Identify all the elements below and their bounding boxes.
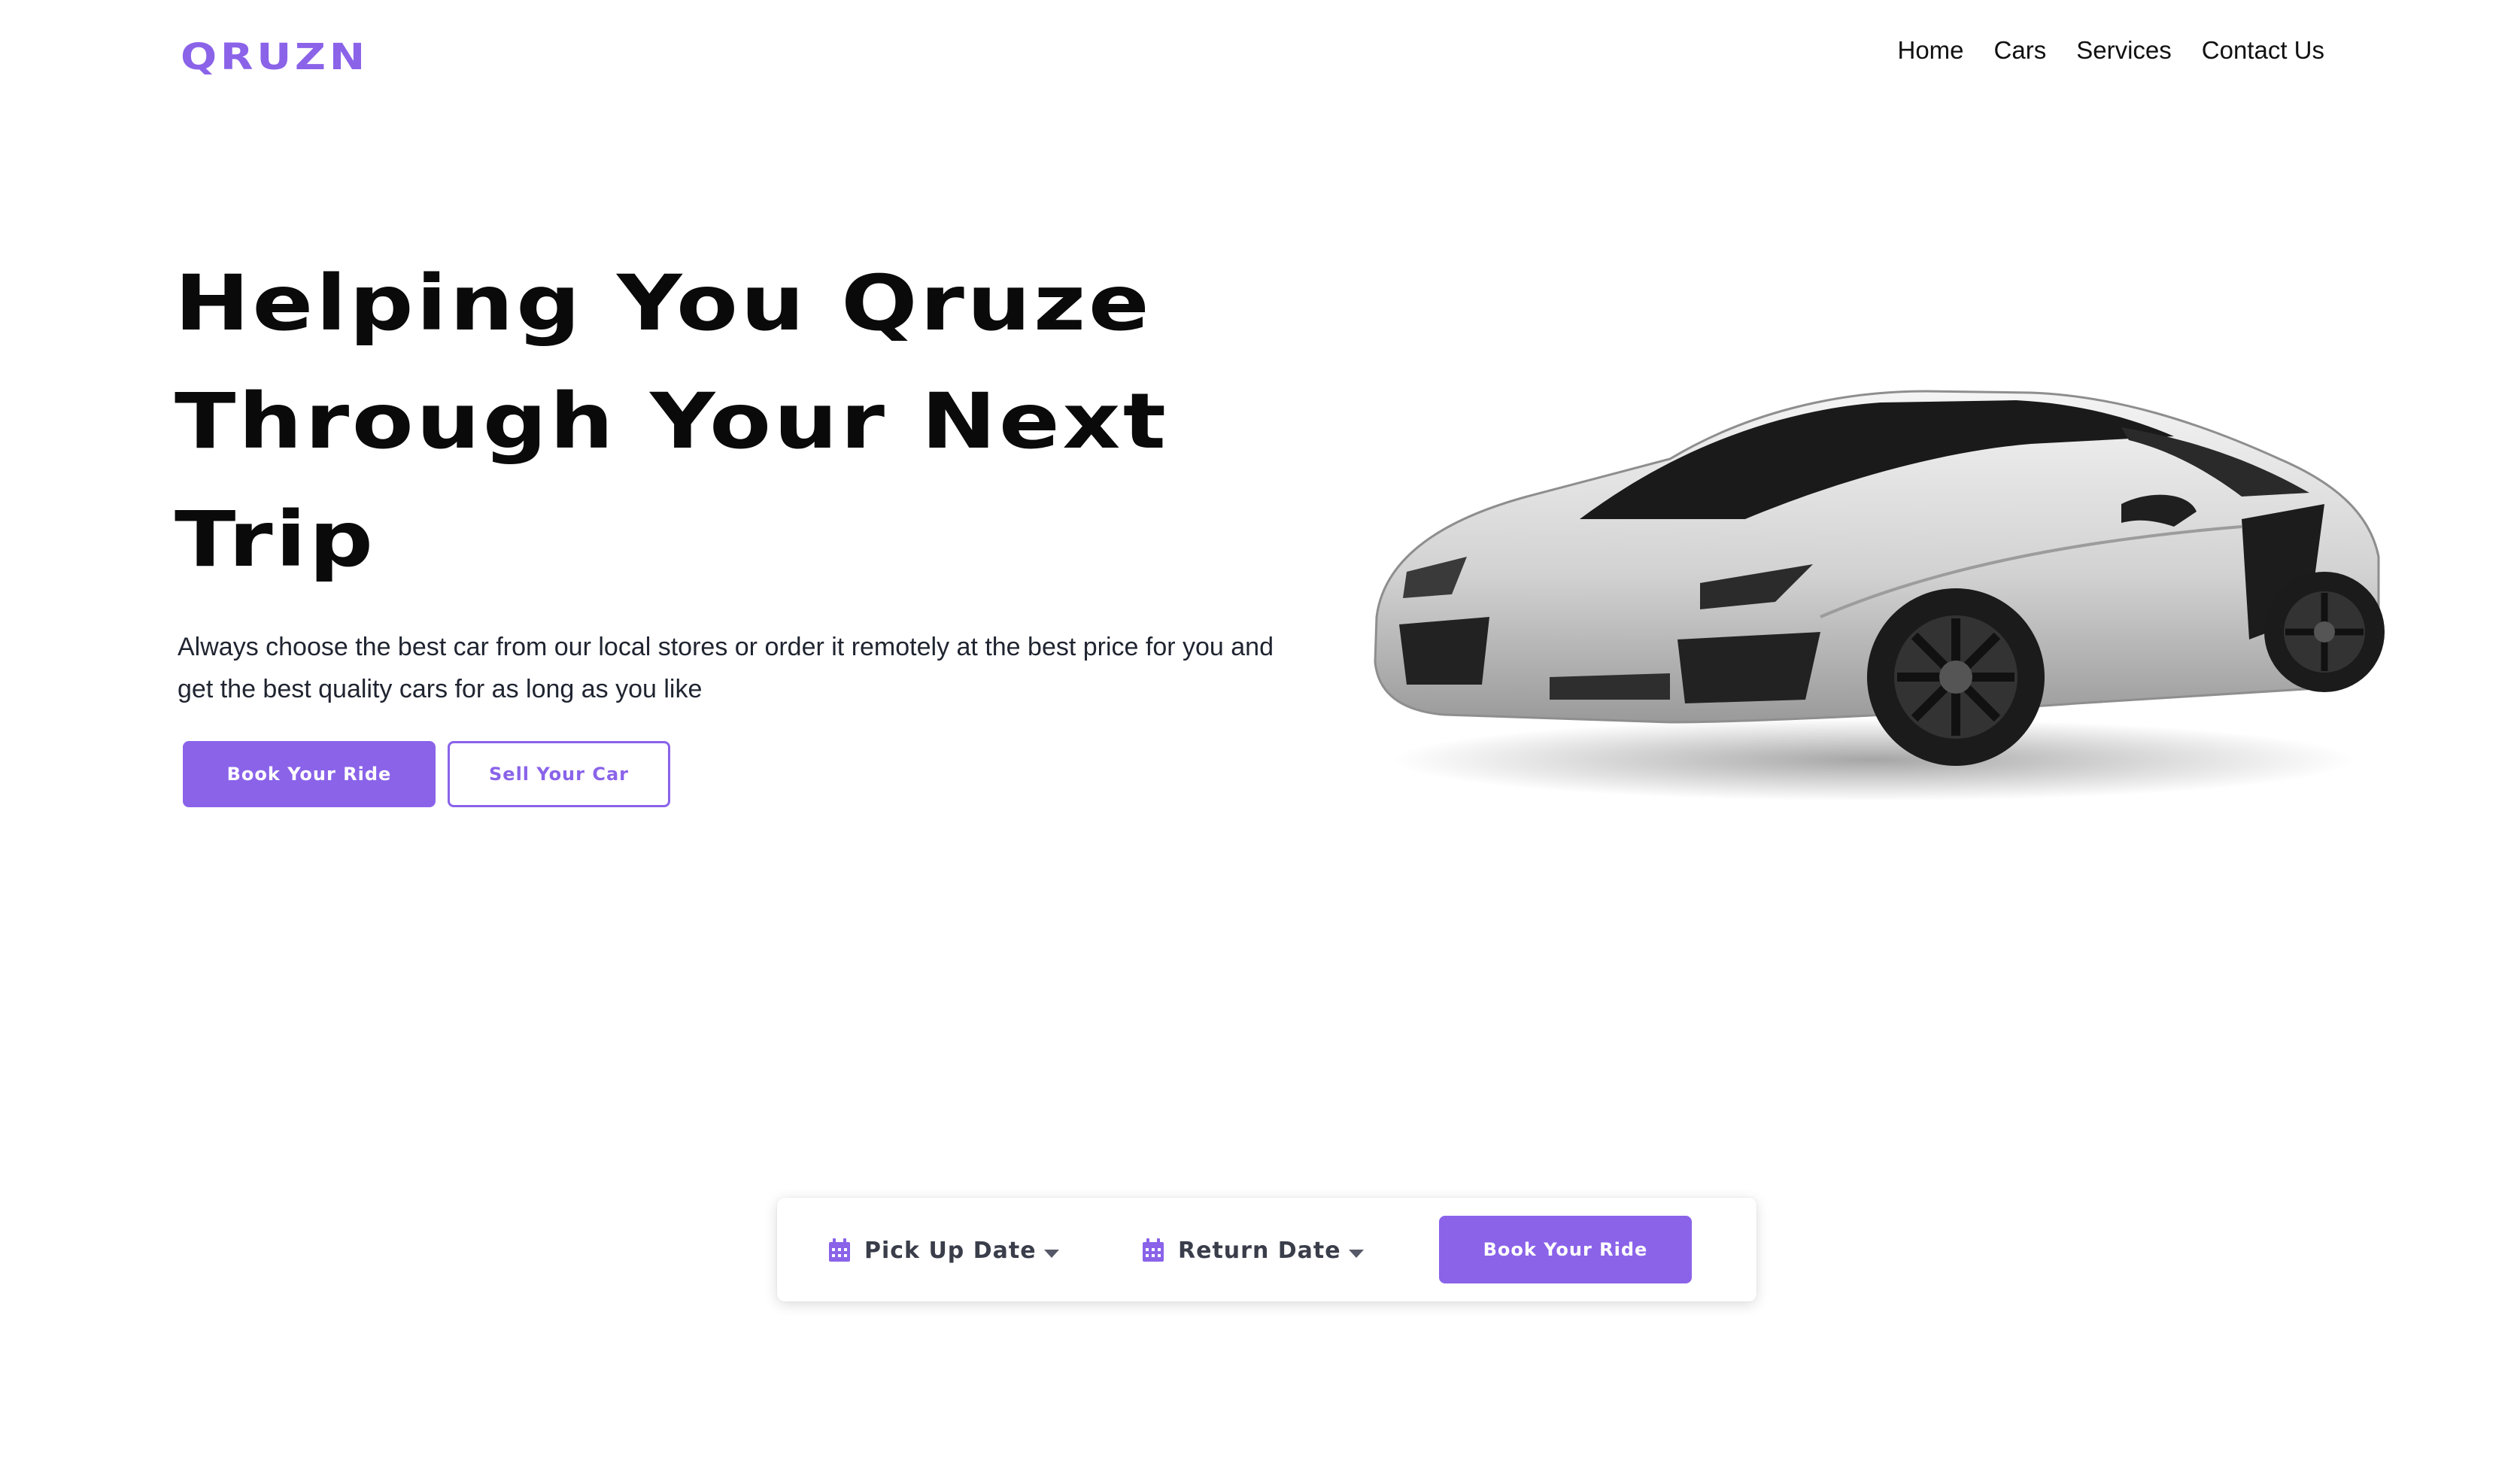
pickup-date-dropdown[interactable]: Pick Up Date	[828, 1228, 1059, 1273]
return-date-dropdown[interactable]: Return Date	[1142, 1228, 1364, 1273]
pickup-date-label: Pick Up Date	[864, 1237, 1037, 1264]
booking-book-your-ride-button[interactable]: Book Your Ride	[1439, 1216, 1692, 1283]
return-date-label: Return Date	[1178, 1237, 1341, 1264]
booking-bar: Pick Up Date Return Date Book Your Ride	[777, 1198, 1756, 1302]
nav-item-contact-us[interactable]: Contact Us	[2202, 36, 2324, 65]
hero-title-line-2: Through Your Next	[175, 377, 1169, 466]
landing-page: QRUZN Home Cars Services Contact Us Help…	[0, 0, 2520, 1461]
chevron-down-icon	[1043, 1249, 1059, 1258]
hero-title-line-1: Helping You Qruze	[175, 259, 1152, 348]
sports-car-image	[1374, 390, 2385, 801]
calendar-icon	[829, 1238, 850, 1262]
hero-title: Helping You Qruze Through Your Next Trip	[175, 245, 1303, 599]
calendar-icon	[1143, 1238, 1164, 1262]
nav-item-home[interactable]: Home	[1898, 36, 1964, 65]
nav-item-services[interactable]: Services	[2076, 36, 2172, 65]
main-nav: Home Cars Services Contact Us	[1898, 36, 2325, 65]
hero-title-line-3: Trip	[175, 495, 376, 585]
chevron-down-icon	[1348, 1249, 1364, 1258]
nav-item-cars[interactable]: Cars	[1994, 36, 2047, 65]
book-your-ride-button[interactable]: Book Your Ride	[183, 741, 436, 807]
sell-your-car-button[interactable]: Sell Your Car	[448, 741, 670, 807]
hero-actions: Book Your Ride Sell Your Car	[183, 741, 670, 807]
hero-description: Always choose the best car from our loca…	[178, 633, 1274, 703]
brand-logo[interactable]: QRUZN	[181, 36, 369, 78]
